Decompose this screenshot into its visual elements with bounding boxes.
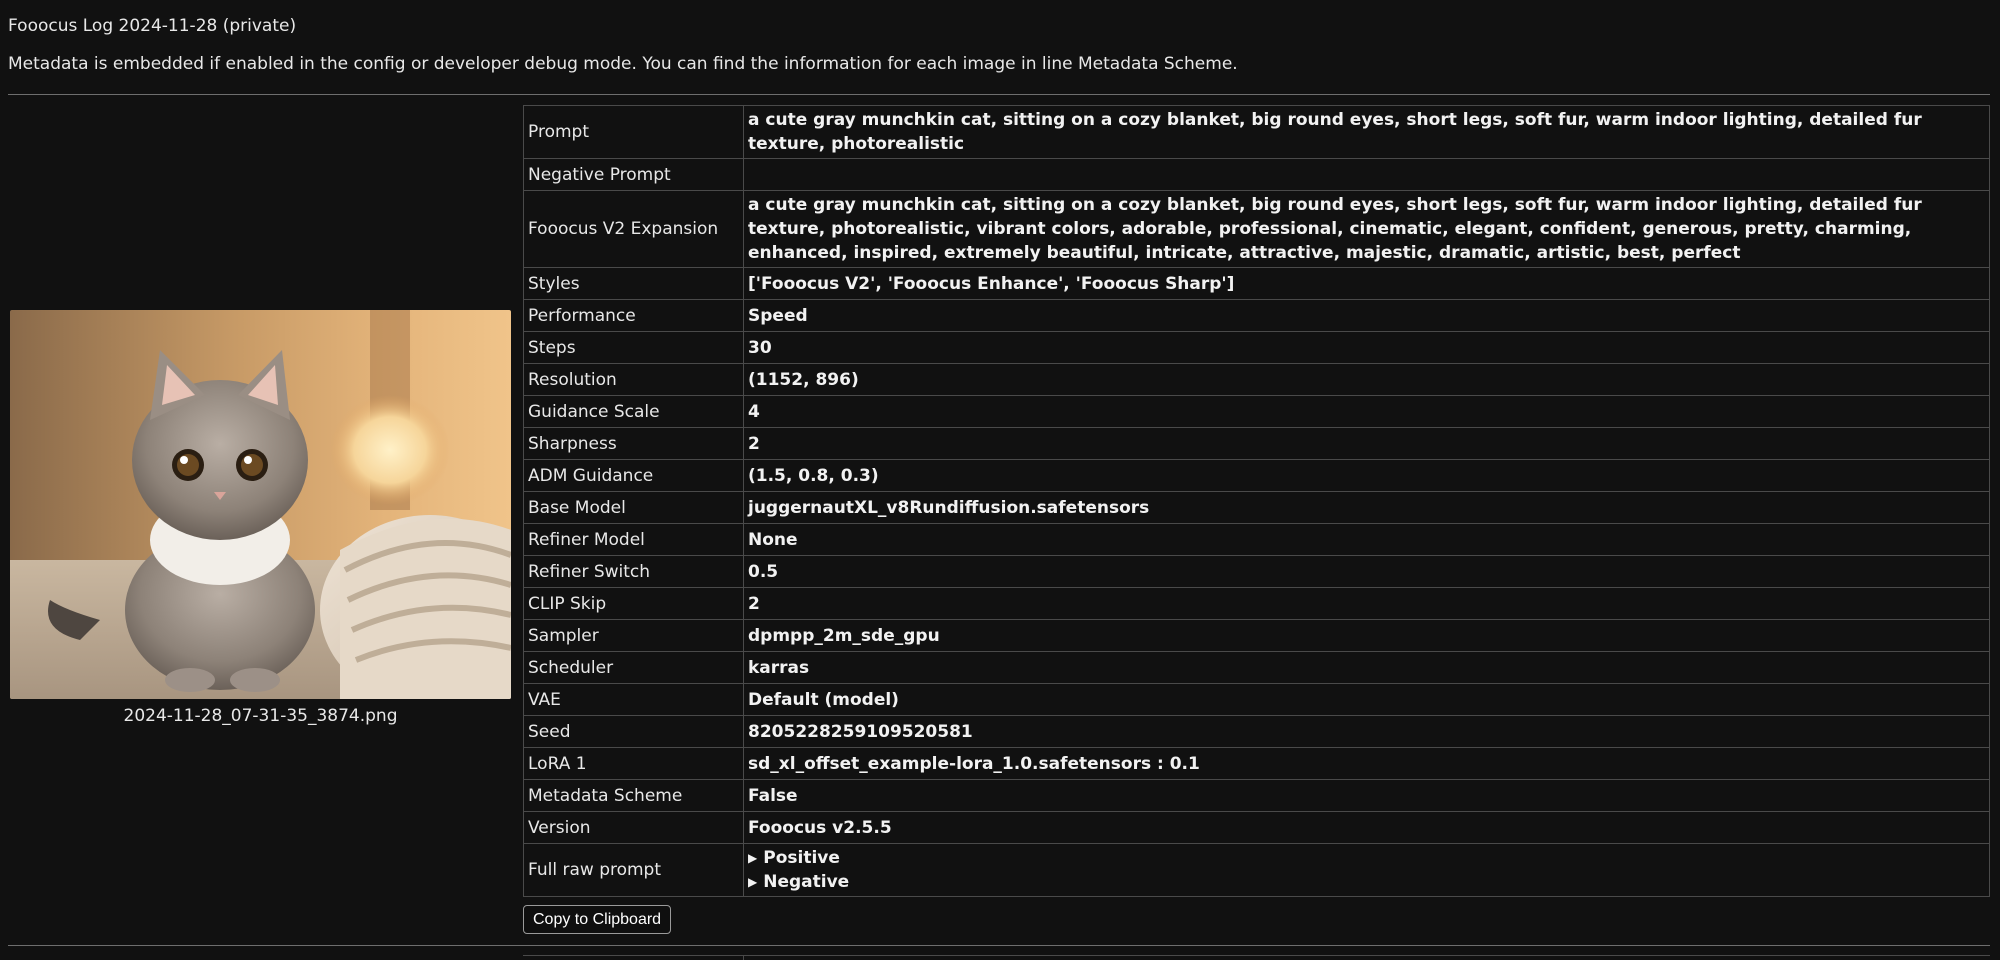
metadata-value: (1.5, 0.8, 0.3) — [743, 459, 1990, 492]
metadata-key: Version — [523, 811, 744, 844]
metadata-value: sd_xl_offset_example-lora_1.0.safetensor… — [743, 747, 1990, 780]
metadata-value: (1152, 896) — [743, 363, 1990, 396]
metadata-value: None — [743, 523, 1990, 556]
metadata-row: Steps 30 — [523, 331, 1990, 364]
raw-prompt-details: ▶ Positive ▶ Negative — [743, 843, 1990, 897]
metadata-row: Sampler dpmpp_2m_sde_gpu — [523, 619, 1990, 652]
metadata-row: ADM Guidance (1.5, 0.8, 0.3) — [523, 459, 1990, 492]
metadata-row: Metadata Scheme False — [523, 779, 1990, 812]
metadata-value: 8205228259109520581 — [743, 715, 1990, 748]
generated-image[interactable] — [10, 310, 511, 699]
metadata-value: Fooocus v2.5.5 — [743, 811, 1990, 844]
raw-prompt-negative-toggle[interactable]: ▶ Negative — [748, 870, 1985, 894]
metadata-row: CLIP Skip 2 — [523, 587, 1990, 620]
metadata-row: LoRA 1 sd_xl_offset_example-lora_1.0.safe… — [523, 747, 1990, 780]
metadata-value: a cute gray munchkin cat, sitting on a c… — [743, 105, 1990, 159]
metadata-row: Prompt a cute gray munchkin cat, sitting … — [523, 105, 1990, 159]
metadata-row: Negative Prompt — [523, 158, 1990, 191]
metadata-key: Scheduler — [523, 651, 744, 684]
raw-prompt-positive-label: Positive — [763, 848, 840, 868]
metadata-row: Scheduler karras — [523, 651, 1990, 684]
bottom-divider — [8, 945, 1990, 946]
metadata-key: Negative Prompt — [523, 158, 744, 191]
metadata-value: 4 — [743, 395, 1990, 428]
page-description: Metadata is embedded if enabled in the c… — [8, 54, 1238, 74]
metadata-row: Guidance Scale 4 — [523, 395, 1990, 428]
metadata-key: Seed — [523, 715, 744, 748]
metadata-row: Seed 8205228259109520581 — [523, 715, 1990, 748]
top-divider — [8, 94, 1990, 95]
metadata-key: Base Model — [523, 491, 744, 524]
metadata-row: Version Fooocus v2.5.5 — [523, 811, 1990, 844]
metadata-row: Refiner Model None — [523, 523, 1990, 556]
metadata-row: Sharpness 2 — [523, 427, 1990, 460]
metadata-key: Prompt — [523, 105, 744, 159]
metadata-key: ADM Guidance — [523, 459, 744, 492]
metadata-key: LoRA 1 — [523, 747, 744, 780]
metadata-row: Performance Speed — [523, 299, 1990, 332]
metadata-value: 2 — [743, 587, 1990, 620]
metadata-table: Prompt a cute gray munchkin cat, sitting … — [523, 105, 1990, 897]
metadata-row: Base Model juggernautXL_v8Rundiffusion.sa… — [523, 491, 1990, 524]
metadata-row: VAE Default (model) — [523, 683, 1990, 716]
metadata-key: VAE — [523, 683, 744, 716]
log-page: Fooocus Log 2024-11-28 (private) Metadat… — [0, 0, 2000, 960]
metadata-key: Full raw prompt — [523, 843, 744, 897]
metadata-row-full-raw-prompt: Full raw prompt ▶ Positive ▶ Negative — [523, 843, 1990, 897]
metadata-row: Fooocus V2 Expansion a cute gray munchkin… — [523, 190, 1990, 268]
next-entry-table — [523, 955, 1990, 960]
page-title: Fooocus Log 2024-11-28 (private) — [8, 16, 297, 36]
metadata-value: Default (model) — [743, 683, 1990, 716]
metadata-value — [743, 158, 1990, 191]
disclosure-triangle-icon: ▶ — [748, 875, 758, 889]
metadata-key: Fooocus V2 Expansion — [523, 190, 744, 268]
metadata-value: dpmpp_2m_sde_gpu — [743, 619, 1990, 652]
metadata-key: Refiner Model — [523, 523, 744, 556]
metadata-value: ['Fooocus V2', 'Fooocus Enhance', 'Foooc… — [743, 267, 1990, 300]
metadata-key: CLIP Skip — [523, 587, 744, 620]
metadata-key: Guidance Scale — [523, 395, 744, 428]
metadata-row: Styles ['Fooocus V2', 'Fooocus Enhance', … — [523, 267, 1990, 300]
metadata-value: a cute gray munchkin cat, sitting on a c… — [743, 190, 1990, 268]
metadata-row: Refiner Switch 0.5 — [523, 555, 1990, 588]
metadata-key: Resolution — [523, 363, 744, 396]
metadata-value: juggernautXL_v8Rundiffusion.safetensors — [743, 491, 1990, 524]
metadata-key: Metadata Scheme — [523, 779, 744, 812]
image-filename: 2024-11-28_07-31-35_3874.png — [123, 706, 398, 726]
metadata-value: karras — [743, 651, 1990, 684]
metadata-value: 2 — [743, 427, 1990, 460]
metadata-value: 0.5 — [743, 555, 1990, 588]
metadata-value: 30 — [743, 331, 1990, 364]
metadata-key: Styles — [523, 267, 744, 300]
metadata-value: False — [743, 779, 1990, 812]
copy-to-clipboard-button[interactable]: Copy to Clipboard — [523, 905, 672, 934]
metadata-key: Sharpness — [523, 427, 744, 460]
raw-prompt-positive-toggle[interactable]: ▶ Positive — [748, 846, 1985, 870]
metadata-key: Performance — [523, 299, 744, 332]
image-column: 2024-11-28_07-31-35_3874.png — [10, 310, 511, 728]
metadata-key: Sampler — [523, 619, 744, 652]
metadata-key: Refiner Switch — [523, 555, 744, 588]
metadata-row: Resolution (1152, 896) — [523, 363, 1990, 396]
metadata-table-body: Prompt a cute gray munchkin cat, sitting … — [523, 105, 1990, 897]
metadata-key: Steps — [523, 331, 744, 364]
next-entry-column-divider — [743, 956, 744, 960]
raw-prompt-negative-label: Negative — [763, 872, 850, 892]
metadata-value: Speed — [743, 299, 1990, 332]
disclosure-triangle-icon: ▶ — [748, 851, 758, 865]
